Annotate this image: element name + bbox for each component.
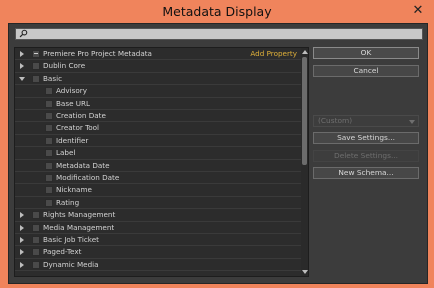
tree-item-label: Label <box>56 148 76 158</box>
tree-item-label: Advisory <box>56 86 87 96</box>
delete-settings-button: Delete Settings... <box>313 150 419 162</box>
checkbox[interactable] <box>45 149 53 158</box>
settings-dropdown-value: (Custom) <box>318 116 353 125</box>
tree-property-row[interactable]: Creation Date <box>15 110 303 123</box>
tree-item-label: Basic <box>43 73 63 83</box>
add-property-link[interactable]: Add Property <box>250 48 297 59</box>
chevron-right-icon[interactable] <box>20 63 24 70</box>
close-button[interactable]: ✕ <box>407 1 429 19</box>
checkbox[interactable] <box>32 74 40 83</box>
metadata-display-dialog: Metadata Display ✕ Dynamic Media Paged-Te… <box>1 1 433 287</box>
tree-property-row[interactable]: Nickname <box>15 184 303 197</box>
tree-item-label: Media Management <box>43 222 115 232</box>
chevron-right-icon[interactable] <box>20 261 24 268</box>
chevron-right-icon[interactable] <box>20 224 24 231</box>
tree-item-label: Base URL <box>56 98 91 108</box>
tree-property-row[interactable]: Modification Date <box>15 172 303 185</box>
cancel-button[interactable]: Cancel <box>313 65 419 77</box>
dialog-content: Dynamic Media Paged-Text Basic Job Ticket M… <box>8 23 428 284</box>
tree-group-row[interactable]: Rights Management <box>15 209 303 222</box>
tree-property-row[interactable]: Rating <box>15 197 303 210</box>
checkbox[interactable] <box>45 112 53 120</box>
tree-property-row[interactable]: Metadata Date <box>15 160 303 172</box>
tree-item-label: Metadata Date <box>56 160 110 170</box>
chevron-down-icon[interactable] <box>19 76 25 81</box>
tree-property-row[interactable]: Advisory <box>15 85 303 98</box>
chevron-right-icon[interactable] <box>20 237 24 243</box>
tree-group-row[interactable]: Media Management <box>15 222 303 234</box>
checkbox[interactable] <box>32 236 40 244</box>
checkbox[interactable] <box>32 223 40 232</box>
tree-item-label: Paged-Text <box>43 247 82 257</box>
tree-item-label: Identifier <box>56 135 89 145</box>
tree-group-row[interactable]: Basic Job Ticket <box>15 234 303 247</box>
search-field[interactable] <box>15 28 423 40</box>
close-icon: ✕ <box>412 2 424 18</box>
new-schema-button[interactable]: New Schema... <box>313 167 419 179</box>
checkbox[interactable] <box>45 198 53 207</box>
tree-property-row[interactable]: Base URL <box>15 98 303 110</box>
checkbox[interactable] <box>32 211 40 220</box>
tree-item-label: Nickname <box>56 185 92 195</box>
tree-group-row[interactable]: Premiere Pro Project Metadata Add Propert… <box>15 48 303 61</box>
search-icon <box>19 29 28 38</box>
checkbox[interactable] <box>45 161 53 170</box>
tree-item-label: Dublin Core <box>43 61 86 71</box>
tree-item-label: Dynamic Media <box>43 259 99 269</box>
chevron-right-icon[interactable] <box>20 51 24 57</box>
checkbox[interactable] <box>45 99 53 108</box>
dialog-title: Metadata Display <box>162 4 272 19</box>
tree-property-row[interactable]: Creator Tool <box>15 122 303 135</box>
scroll-thumb[interactable] <box>302 57 307 165</box>
checkbox[interactable] <box>32 248 40 257</box>
tree-group-row[interactable]: Dynamic Media <box>15 259 303 272</box>
tree-item-label: Creation Date <box>56 111 106 120</box>
checkbox[interactable] <box>32 62 40 71</box>
ok-button[interactable]: OK <box>313 47 419 59</box>
checkbox[interactable] <box>45 174 53 182</box>
tree-item-label: Premiere Pro Project Metadata <box>43 49 152 58</box>
tree-item-label: Basic Job Ticket <box>43 235 99 244</box>
tree-scrollbar[interactable] <box>301 48 308 276</box>
tree-group-row[interactable]: Basic <box>15 73 303 86</box>
tree-group-row[interactable]: Paged-Text <box>15 246 303 259</box>
checkbox[interactable] <box>45 87 53 96</box>
tree-group-row[interactable]: Dublin Core <box>15 60 303 73</box>
checkbox[interactable] <box>32 50 40 58</box>
metadata-tree[interactable]: Dynamic Media Paged-Text Basic Job Ticket M… <box>14 47 309 277</box>
tree-property-row[interactable]: Label <box>15 147 303 160</box>
chevron-down-icon <box>409 120 415 124</box>
checkbox[interactable] <box>45 124 53 133</box>
tree-item-label: Creator Tool <box>56 123 100 133</box>
checkbox[interactable] <box>32 260 40 269</box>
settings-dropdown[interactable]: (Custom) <box>313 115 419 127</box>
save-settings-button[interactable]: Save Settings... <box>313 132 419 144</box>
scroll-up-arrow-icon[interactable] <box>302 50 308 54</box>
scroll-down-arrow-icon[interactable] <box>302 270 308 274</box>
tree-property-row[interactable]: Identifier <box>15 135 303 148</box>
checkbox[interactable] <box>45 136 53 145</box>
chevron-right-icon[interactable] <box>20 212 24 219</box>
tree-item-label: Modification Date <box>56 173 120 182</box>
checkbox[interactable] <box>45 186 53 195</box>
tree-item-label: Rating <box>56 197 80 207</box>
chevron-right-icon[interactable] <box>20 249 24 256</box>
tree-item-label: Rights Management <box>43 210 116 220</box>
